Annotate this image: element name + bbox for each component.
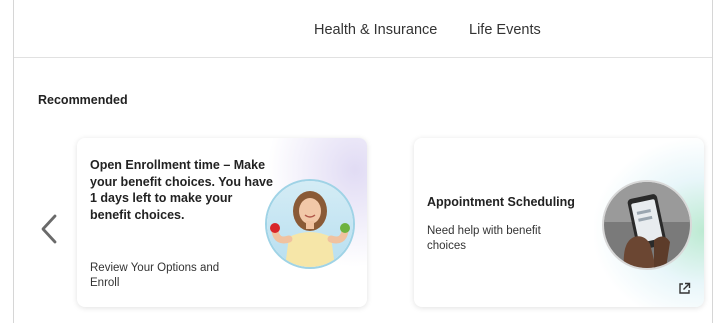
carousel-prev-arrow-icon[interactable]: [38, 212, 60, 246]
external-link-icon[interactable]: [678, 282, 691, 295]
recommendation-card-enrollment[interactable]: Open Enrollment time – Make your benefit…: [77, 138, 367, 307]
top-navigation: Health & Insurance Life Events: [14, 0, 712, 58]
nav-health-insurance[interactable]: Health & Insurance: [314, 22, 437, 38]
recommendation-card-appointment[interactable]: Appointment Scheduling Need help with be…: [414, 138, 704, 307]
app-frame: Health & Insurance Life Events Recommend…: [13, 0, 713, 323]
hand-holding-phone-icon: [602, 180, 692, 270]
card-title: Appointment Scheduling: [427, 195, 575, 209]
woman-with-apples-icon: [265, 179, 355, 269]
card-subtitle: Review Your Options and Enroll: [90, 262, 220, 289]
recommended-heading: Recommended: [38, 93, 128, 107]
nav-life-events[interactable]: Life Events: [469, 22, 541, 38]
card-subtitle: Need help with benefit choices: [427, 225, 541, 252]
card-title: Open Enrollment time – Make your benefit…: [90, 158, 273, 222]
